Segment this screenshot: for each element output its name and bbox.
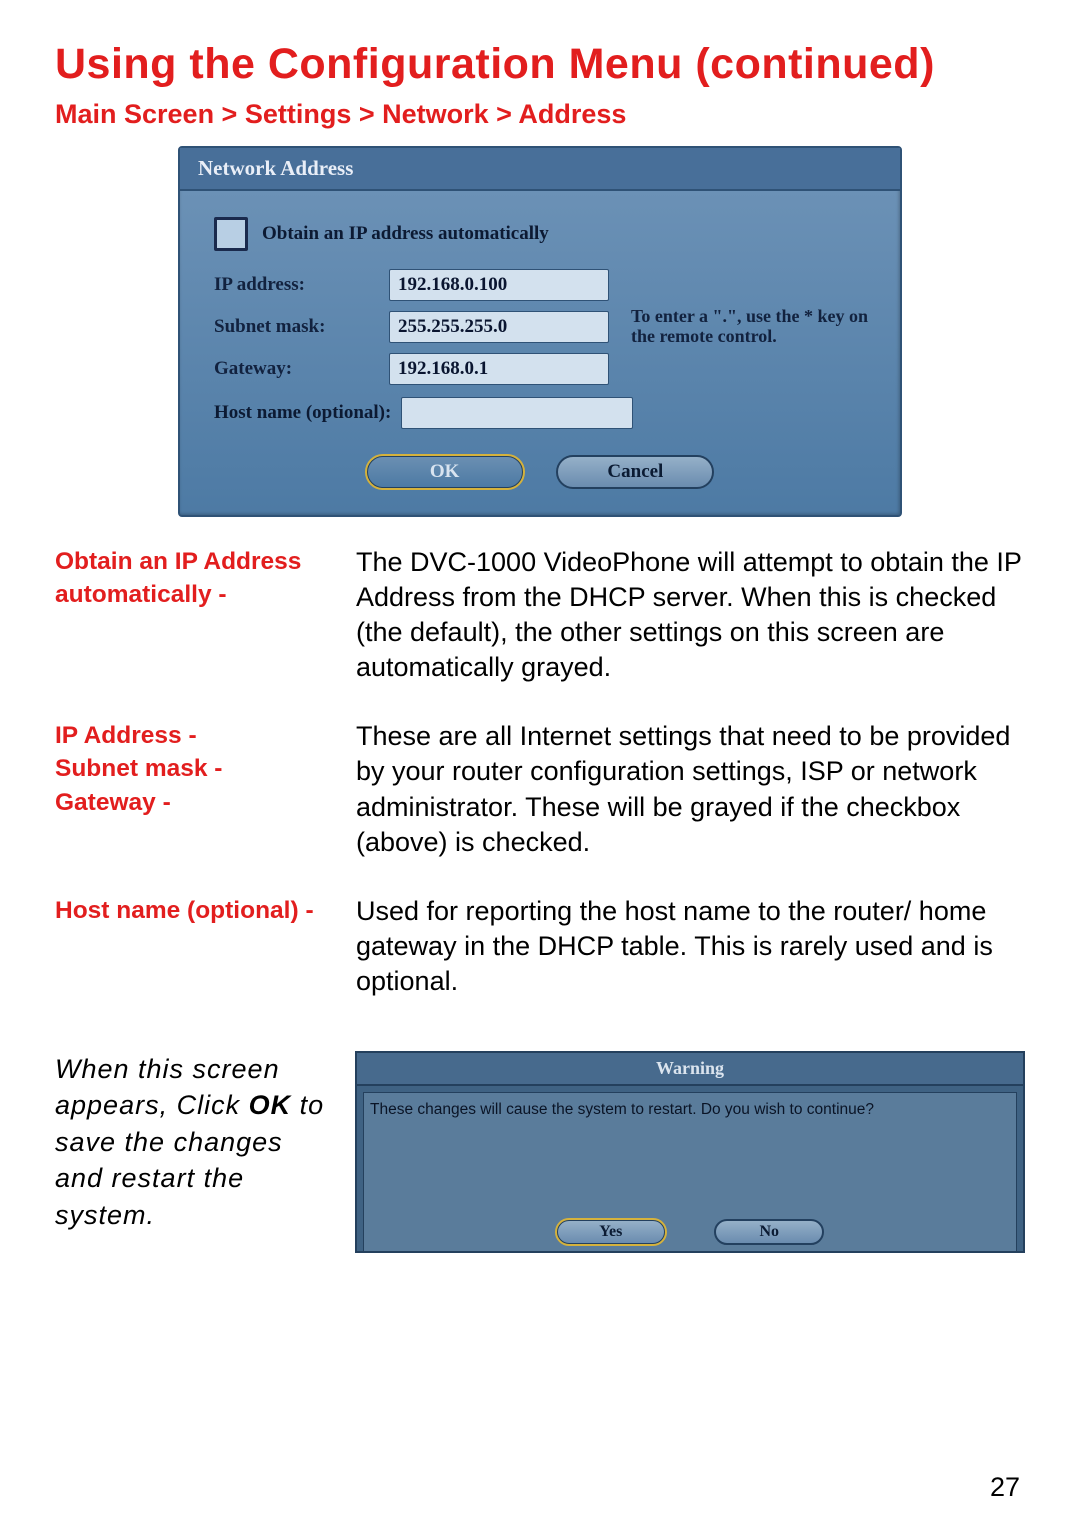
subnet-mask-label: Subnet mask: xyxy=(214,316,389,338)
hint-text: To enter a ".", use the * key on the rem… xyxy=(609,307,874,347)
warning-caption: When this screen appears, Click OK to sa… xyxy=(55,1051,335,1253)
no-button[interactable]: No xyxy=(714,1219,824,1245)
gateway-label: Gateway: xyxy=(214,358,389,380)
dialog-header: Network Address xyxy=(180,148,900,191)
page-title: Using the Configuration Menu (continued) xyxy=(55,40,1025,89)
term-obtain-ip: Obtain an IP Address automatically - xyxy=(55,545,356,685)
term-ip-settings: IP Address - Subnet mask - Gateway - xyxy=(55,719,356,859)
host-name-label: Host name (optional): xyxy=(214,402,391,424)
cancel-button[interactable]: Cancel xyxy=(556,455,714,489)
ip-address-input[interactable]: 192.168.0.100 xyxy=(389,269,609,301)
warning-dialog: Warning These changes will cause the sys… xyxy=(355,1051,1025,1253)
warning-title: Warning xyxy=(357,1053,1023,1086)
text-obtain-ip: The DVC-1000 VideoPhone will attempt to … xyxy=(356,545,1025,685)
text-ip-settings: These are all Internet settings that nee… xyxy=(356,719,1025,859)
warning-message: These changes will cause the system to r… xyxy=(370,1101,1014,1119)
ip-address-label: IP address: xyxy=(214,274,389,296)
yes-button[interactable]: Yes xyxy=(556,1219,666,1245)
term-host-name: Host name (optional) - xyxy=(55,894,356,999)
obtain-ip-checkbox[interactable] xyxy=(214,217,248,251)
host-name-input[interactable] xyxy=(401,397,633,429)
subnet-mask-input[interactable]: 255.255.255.0 xyxy=(389,311,609,343)
ok-button[interactable]: OK xyxy=(366,455,524,489)
obtain-ip-label: Obtain an IP address automatically xyxy=(262,223,549,245)
page-number: 27 xyxy=(990,1472,1020,1503)
gateway-input[interactable]: 192.168.0.1 xyxy=(389,353,609,385)
network-address-dialog: Network Address Obtain an IP address aut… xyxy=(178,146,902,517)
breadcrumb: Main Screen > Settings > Network > Addre… xyxy=(55,99,1025,130)
text-host-name: Used for reporting the host name to the … xyxy=(356,894,1025,999)
